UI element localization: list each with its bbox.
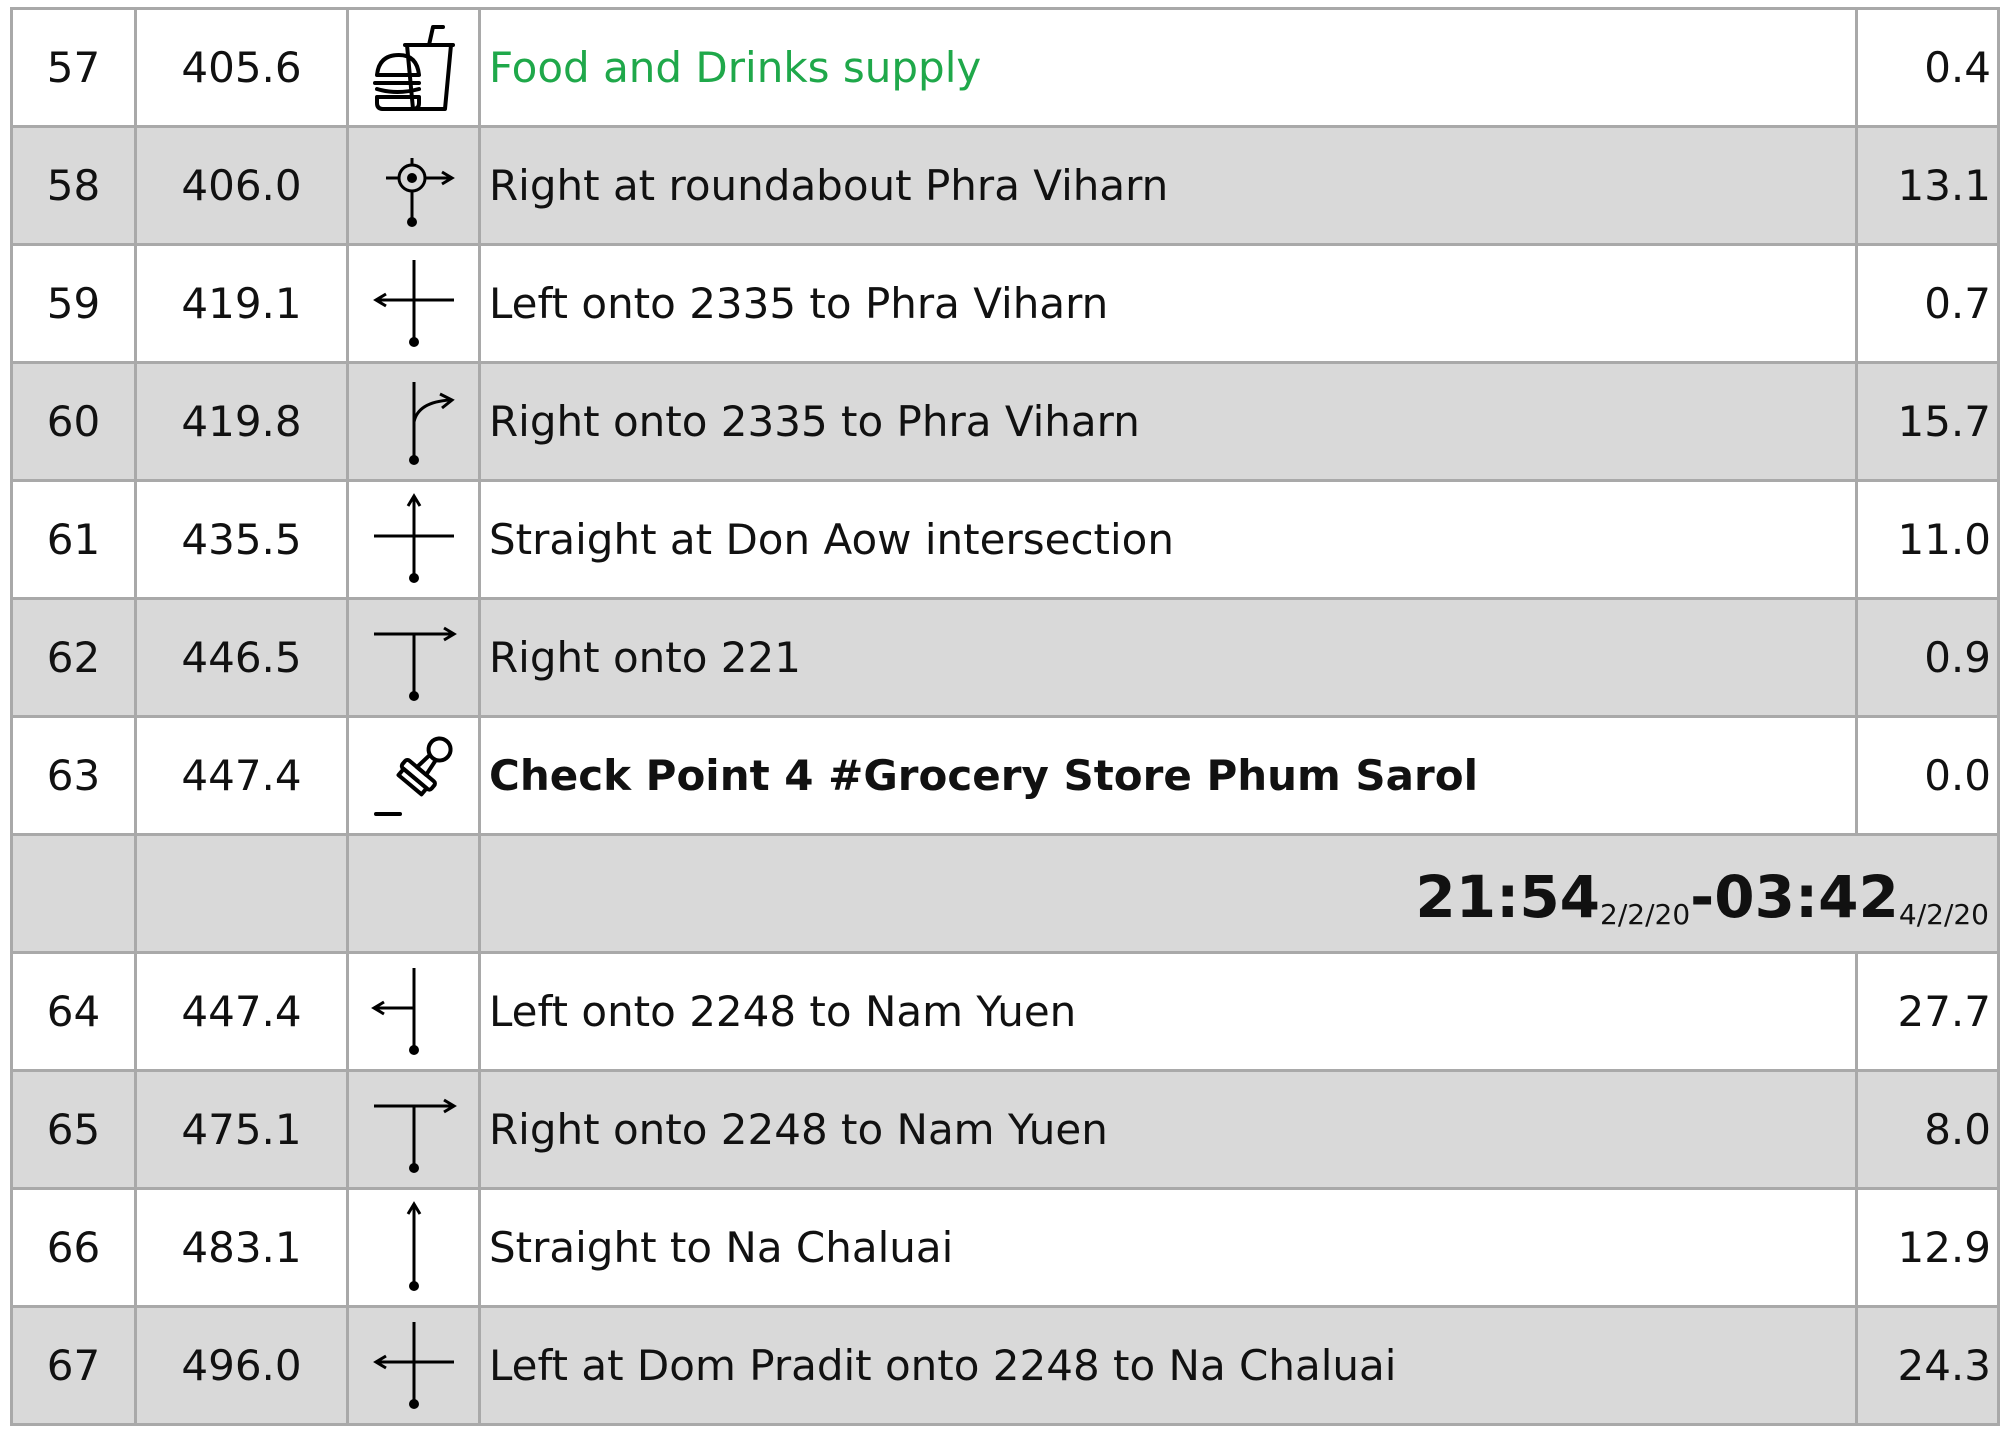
checkpoint-text: Check Point 4 #Grocery Store Phum Sarol: [478, 718, 1855, 833]
distance-to-next: 8.0: [1855, 1072, 2000, 1187]
distance-to-next: 11.0: [1855, 482, 2000, 597]
instruction-text: Left at Dom Pradit onto 2248 to Na Chalu…: [478, 1308, 1855, 1423]
instruction-text: Straight to Na Chaluai: [478, 1190, 1855, 1305]
instruction-text: Right onto 221: [478, 600, 1855, 715]
step-number: 57: [10, 10, 134, 125]
distance-to-next: 0.0: [1855, 718, 2000, 833]
checkpoint-time-row: 21:54 2/2/20-03:42 4/2/20: [10, 833, 2000, 951]
step-number: 58: [10, 128, 134, 243]
distance-to-next: 12.9: [1855, 1190, 2000, 1305]
empty-cell: [134, 836, 346, 951]
checkpoint-time-window: 21:54 2/2/20-03:42 4/2/20: [478, 836, 2000, 951]
cross-straight-icon: [346, 482, 478, 597]
table-row: 62 446.5 Right onto 221 0.9: [10, 597, 2000, 715]
distance-to-next: 13.1: [1855, 128, 2000, 243]
km-total: 435.5: [134, 482, 346, 597]
table-row: 66 483.1 Straight to Na Chaluai 12.9: [10, 1187, 2000, 1305]
table-row: 67 496.0 Left at Dom Pradit onto 2248 to…: [10, 1305, 2000, 1426]
instruction-text: Right onto 2335 to Phra Viharn: [478, 364, 1855, 479]
open-date: 2/2/20: [1600, 898, 1691, 931]
instruction-text: Left onto 2335 to Phra Viharn: [478, 246, 1855, 361]
close-date: 4/2/20: [1898, 898, 1989, 931]
step-number: 67: [10, 1308, 134, 1423]
step-number: 63: [10, 718, 134, 833]
t-right-icon: [346, 600, 478, 715]
time-separator: -: [1690, 863, 1715, 931]
km-total: 483.1: [134, 1190, 346, 1305]
km-total: 406.0: [134, 128, 346, 243]
table-row: 61 435.5 Straight at Don Aow intersectio…: [10, 479, 2000, 597]
cross-left-icon: [346, 246, 478, 361]
step-number: 66: [10, 1190, 134, 1305]
km-total: 405.6: [134, 10, 346, 125]
km-total: 446.5: [134, 600, 346, 715]
roadbook-table: 57 405.6 Food and Drinks supply 0.4 58 4…: [10, 7, 2000, 1426]
food-drinks-icon: [346, 10, 478, 125]
bear-right-icon: [346, 364, 478, 479]
distance-to-next: 0.9: [1855, 600, 2000, 715]
empty-cell: [10, 836, 134, 951]
empty-cell: [346, 836, 478, 951]
instruction-text: Left onto 2248 to Nam Yuen: [478, 954, 1855, 1069]
km-total: 447.4: [134, 718, 346, 833]
left-from-road-icon: [346, 954, 478, 1069]
km-total: 496.0: [134, 1308, 346, 1423]
km-total: 419.1: [134, 246, 346, 361]
t-right-icon: [346, 1072, 478, 1187]
open-time: 21:54: [1415, 863, 1601, 931]
step-number: 59: [10, 246, 134, 361]
km-total: 447.4: [134, 954, 346, 1069]
straight-icon: [346, 1190, 478, 1305]
instruction-text: Right at roundabout Phra Viharn: [478, 128, 1855, 243]
instruction-text: Straight at Don Aow intersection: [478, 482, 1855, 597]
distance-to-next: 0.7: [1855, 246, 2000, 361]
step-number: 65: [10, 1072, 134, 1187]
step-number: 60: [10, 364, 134, 479]
step-number: 61: [10, 482, 134, 597]
km-total: 475.1: [134, 1072, 346, 1187]
table-row: 65 475.1 Right onto 2248 to Nam Yuen 8.0: [10, 1069, 2000, 1187]
instruction-text: Right onto 2248 to Nam Yuen: [478, 1072, 1855, 1187]
table-row: 59 419.1 Left onto 2335 to Phra Viharn 0…: [10, 243, 2000, 361]
distance-to-next: 15.7: [1855, 364, 2000, 479]
stamp-icon: [346, 718, 478, 833]
close-time: 03:42: [1714, 863, 1899, 931]
cross-left-icon: [346, 1308, 478, 1423]
distance-to-next: 0.4: [1855, 10, 2000, 125]
table-row: 63 447.4 Check Point 4 #Grocery Store Ph…: [10, 715, 2000, 833]
table-row: 64 447.4 Left onto 2248 to Nam Yuen 27.7: [10, 951, 2000, 1069]
instruction-text: Food and Drinks supply: [478, 10, 1855, 125]
table-row: 57 405.6 Food and Drinks supply 0.4: [10, 7, 2000, 125]
roundabout-right-icon: [346, 128, 478, 243]
table-row: 58 406.0 Right at roundabout Phra Viharn…: [10, 125, 2000, 243]
step-number: 64: [10, 954, 134, 1069]
distance-to-next: 27.7: [1855, 954, 2000, 1069]
km-total: 419.8: [134, 364, 346, 479]
table-row: 60 419.8 Right onto 2335 to Phra Viharn …: [10, 361, 2000, 479]
step-number: 62: [10, 600, 134, 715]
distance-to-next: 24.3: [1855, 1308, 2000, 1423]
